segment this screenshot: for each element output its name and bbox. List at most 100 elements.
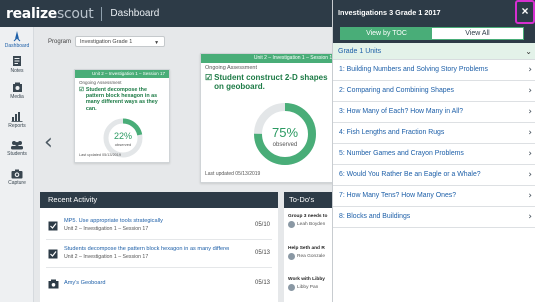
left-nav-rail: Dashboard Notes Media Reports Students C… [0,27,34,302]
notes-icon [13,56,21,66]
chevron-right-icon: › [528,170,532,180]
view-toggle: View by TOC View All [340,27,524,40]
chevron-right-icon: › [528,149,532,159]
view-toggle-bar: View by TOC View All [333,24,535,43]
activity-row[interactable]: Amy's Geoboard 05/13 [46,272,272,298]
brand-realize-text: realize [6,5,57,22]
unit-item-label: 8: Blocks and Buildings [339,213,411,220]
nav-dashboard-label: Dashboard [4,43,30,49]
close-button[interactable]: × [515,0,535,24]
todo-panel: To-Do's Group 3 needs to Leah Boyden Hel… [284,192,332,302]
checkbox-checked-icon: ☑ [205,73,213,82]
recent-activity-panel: Recent Activity MP5. Use appropriate too… [40,192,278,302]
program-select[interactable]: Investigation Grade 1 ▼ [75,36,166,47]
curriculum-panel: Investigations 3 Grade 1 2017 × View by … [332,0,535,302]
panel-title: Investigations 3 Grade 1 2017 [338,8,441,17]
chevron-right-icon: › [528,212,532,222]
nav-notes-label: Notes [10,68,24,74]
chevron-right-icon: › [528,86,532,96]
unit-list: 1: Building Numbers and Solving Story Pr… [333,60,535,228]
chevron-right-icon: › [528,107,532,117]
nav-students-label: Students [7,151,27,157]
todo-item[interactable]: Work with Libby Libby Pan [288,277,332,291]
todo-assignee-name: Libby Pan [297,285,319,290]
unit-item[interactable]: 2: Comparing and Combining Shapes › [333,81,535,102]
camera-icon [11,169,23,179]
activity-subtitle: Unit 2 – Investigation 1 – Session 17 [64,254,149,260]
unit-item[interactable]: 3: How Many of Each? How Many in All? › [333,102,535,123]
nav-dashboard[interactable]: Dashboard [0,30,34,49]
todo-item[interactable]: Help Seth and R Rea Gonzale [288,246,332,260]
unit-item-label: 1: Building Numbers and Solving Story Pr… [339,66,488,73]
program-label: Program [48,38,72,45]
checkbox-checked-icon [48,249,58,259]
activity-subtitle: Unit 2 – Investigation 1 – Session 17 [64,226,149,232]
todo-text: Work with Libby [288,277,325,282]
chevron-right-icon: › [528,191,532,201]
avatar [288,221,295,228]
assessment-card-previous[interactable]: Unit 2 – Investigation 1 – Session 17 On… [74,69,170,163]
carousel-prev-button[interactable]: ‹ [44,130,53,155]
unit-item[interactable]: 5: Number Games and Crayon Problems › [333,144,535,165]
page-title: Dashboard [110,8,160,19]
activity-date: 05/13 [254,280,270,286]
progress-percent: 22% [114,131,132,141]
units-section-title: Grade 1 Units [338,48,382,55]
progress-percent-label: observed [273,142,298,148]
todo-assignee-name: Rea Gonzale [297,254,325,259]
panel-header: Investigations 3 Grade 1 2017 × [333,0,535,24]
view-all-button[interactable]: View All [432,28,523,39]
reports-icon [11,112,23,122]
card-objective-text: Student construct 2-D shapes on geoboard… [214,73,328,92]
unit-item[interactable]: 1: Building Numbers and Solving Story Pr… [333,60,535,81]
todo-text: Help Seth and R [288,246,325,251]
nav-notes[interactable]: Notes [0,55,34,74]
card-updated: Last updated 05/13/2019 [205,171,261,177]
brand-logo[interactable]: realizescout [6,5,94,22]
unit-item-label: 5: Number Games and Crayon Problems [339,150,464,157]
activity-row[interactable]: MP5. Use appropriate tools strategically… [46,214,272,240]
chevron-down-icon: ⌄ [525,47,532,56]
card-objective-text: Student decompose the pattern block hexa… [85,87,158,112]
card-kind: Ongoing Assessment [205,65,257,71]
recent-activity-title: Recent Activity [40,192,278,208]
activity-date: 05/13 [254,250,270,256]
todo-item[interactable]: Group 3 needs to Leah Boyden [288,214,332,228]
unit-item-label: 4: Fish Lengths and Fraction Rugs [339,129,445,136]
header-divider [101,6,103,21]
brand-scout-text: scout [57,5,94,22]
nav-media[interactable]: Media [0,82,34,100]
view-by-toc-button[interactable]: View by TOC [341,28,432,39]
todo-assignee: Leah Boyden [288,221,332,228]
nav-reports[interactable]: Reports [0,111,34,129]
nav-capture[interactable]: Capture [0,169,34,186]
card-updated: Last updated 05/13/2019 [79,153,122,157]
units-section-header[interactable]: Grade 1 Units ⌄ [333,43,535,60]
unit-item[interactable]: 7: How Many Tens? How Many Ones? › [333,186,535,207]
todo-assignee: Libby Pan [288,284,332,291]
card-unit-band: Unit 2 – Investigation 1 – Session 16 [201,54,332,63]
todo-text: Group 3 needs to [288,214,328,219]
card-objective: ☑ Student construct 2-D shapes on geoboa… [201,71,332,91]
card-kind: Ongoing Assessment [79,80,122,85]
unit-item-label: 2: Comparing and Combining Shapes [339,87,454,94]
assessment-card-current[interactable]: Unit 2 – Investigation 1 – Session 16 On… [200,53,332,183]
activity-title: Amy's Geoboard [64,280,106,286]
program-picker: Program Investigation Grade 1 ▼ [48,36,166,47]
todo-title: To-Do's [284,192,332,208]
unit-item[interactable]: 6: Would You Rather Be an Eagle or a Wha… [333,165,535,186]
media-icon [12,82,22,92]
todo-assignee-name: Leah Boyden [297,222,326,227]
students-icon [11,141,23,150]
activity-row[interactable]: Students decompose the pattern block hex… [46,242,272,268]
nav-students[interactable]: Students [0,140,34,157]
card-objective: ☑ Student decompose the pattern block he… [75,85,169,112]
card-unit-band: Unit 2 – Investigation 1 – Session 17 [75,70,169,78]
avatar [288,284,295,291]
unit-item[interactable]: 4: Fish Lengths and Fraction Rugs › [333,123,535,144]
unit-item[interactable]: 8: Blocks and Buildings › [333,207,535,228]
unit-item-label: 6: Would You Rather Be an Eagle or a Wha… [339,171,481,178]
progress-ring: 75% observed [254,103,316,165]
progress-percent: 75% [272,125,298,140]
progress-percent-label: observed [115,142,131,147]
